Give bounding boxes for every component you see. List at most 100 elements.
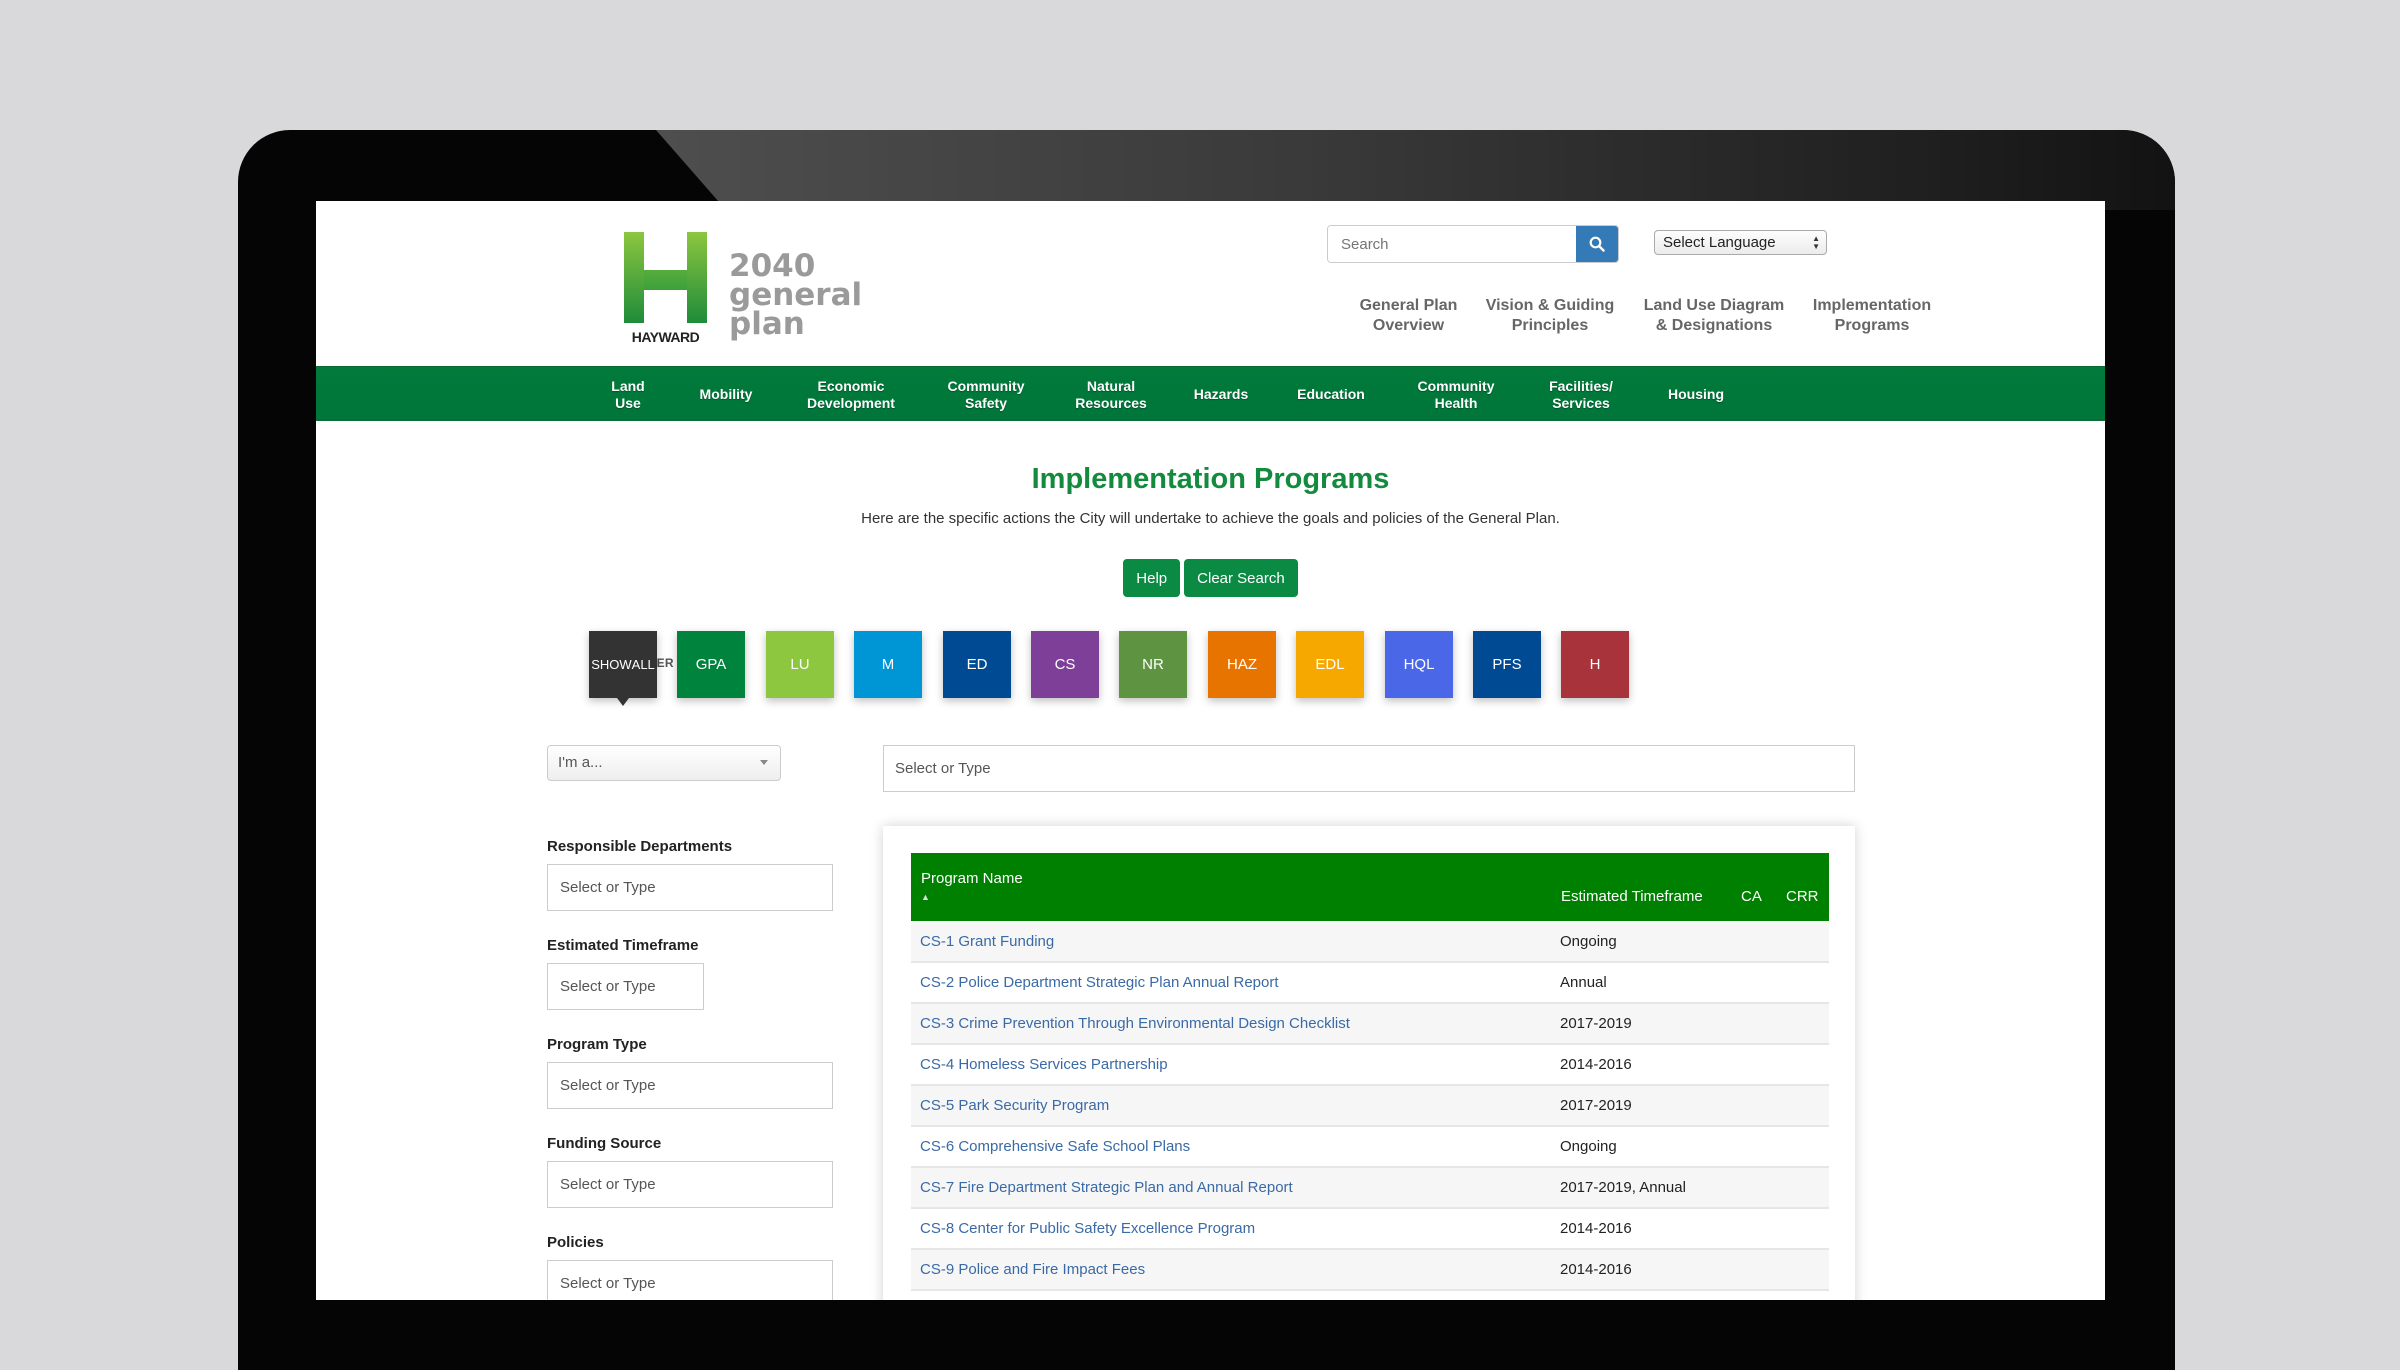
page-tagline: Here are the specific actions the City w… — [861, 510, 1560, 527]
cell-name: CS-9 Police and Fire Impact Fees — [911, 1249, 1551, 1291]
program-link[interactable]: CS-8 Center for Public Safety Excellence… — [920, 1220, 1255, 1237]
cell-ca — [1731, 921, 1776, 963]
role-select[interactable]: I'm a... — [547, 745, 781, 781]
cell-crr — [1776, 1249, 1829, 1291]
cell-timeframe: 2014-2016 — [1551, 1249, 1731, 1291]
filter-chip-pfs[interactable]: PFS — [1473, 631, 1541, 698]
filter-chip-nr[interactable]: NR — [1119, 631, 1187, 698]
logo-title: 2040 general plan — [729, 251, 863, 342]
cell-name: CS-3 Crime Prevention Through Environmen… — [911, 1003, 1551, 1045]
filter-chip-m[interactable]: M — [854, 631, 922, 698]
cell-timeframe: 2017-2019, Annual — [1551, 1167, 1731, 1209]
cell-ca — [1731, 962, 1776, 1004]
element-nav: Land Use Mobility Economic Development Com… — [316, 366, 2105, 421]
column-program-name[interactable]: Program Name ▲ — [911, 853, 1551, 921]
filter-chip-ed[interactable]: ED — [943, 631, 1011, 698]
table-row: CS-7 Fire Department Strategic Plan and … — [911, 1167, 1829, 1209]
frame-reflection — [656, 130, 2175, 210]
program-link[interactable]: CS-5 Park Security Program — [920, 1097, 1109, 1114]
cell-ca — [1731, 1249, 1776, 1291]
site-search — [1327, 225, 1619, 263]
filter-chip-lu[interactable]: LU — [766, 631, 834, 698]
top-nav-general-plan-overview[interactable]: General Plan Overview — [1316, 296, 1501, 336]
cell-crr — [1776, 1003, 1829, 1045]
element-nav-community-safety[interactable]: Community Safety — [936, 367, 1036, 422]
element-nav-education[interactable]: Education — [1281, 367, 1381, 422]
filter-label-policies: Policies — [547, 1234, 604, 1251]
cell-ca — [1731, 1208, 1776, 1250]
cell-name: CS-8 Center for Public Safety Excellence… — [911, 1208, 1551, 1250]
cell-crr — [1776, 1044, 1829, 1086]
table-row: CS-2 Police Department Strategic Plan An… — [911, 962, 1829, 1004]
element-nav-housing[interactable]: Housing — [1646, 367, 1746, 422]
cell-crr — [1776, 962, 1829, 1004]
cell-crr — [1776, 1085, 1829, 1127]
element-nav-natural-resources[interactable]: Natural Resources — [1061, 367, 1161, 422]
filter-label-funding-source: Funding Source — [547, 1135, 662, 1152]
cell-name: CS-2 Police Department Strategic Plan An… — [911, 962, 1551, 1004]
filter-chip-hql[interactable]: HQL — [1385, 631, 1453, 698]
cell-name: CS-1 Grant Funding — [911, 921, 1551, 963]
language-select[interactable]: Select Language ▲ ▼ — [1654, 230, 1827, 255]
funding-source-input[interactable]: Select or Type — [547, 1161, 833, 1208]
top-nav-vision-principles[interactable]: Vision & Guiding Principles — [1480, 296, 1620, 336]
program-type-input[interactable]: Select or Type — [547, 1062, 833, 1109]
column-ca[interactable]: CA — [1731, 853, 1776, 921]
element-nav-hazards[interactable]: Hazards — [1176, 367, 1266, 422]
chevron-down-icon — [760, 760, 768, 765]
filter-chip-cs[interactable]: CS — [1031, 631, 1099, 698]
program-link[interactable]: CS-1 Grant Funding — [920, 933, 1054, 950]
program-link[interactable]: CS-6 Comprehensive Safe School Plans — [920, 1138, 1190, 1155]
cell-ca — [1731, 1085, 1776, 1127]
cell-timeframe: 2017-2019 — [1551, 1085, 1731, 1127]
clear-search-button[interactable]: Clear Search — [1184, 559, 1298, 597]
top-nav-implementation-programs[interactable]: Implementation Programs — [1806, 296, 1938, 336]
program-link[interactable]: CS-3 Crime Prevention Through Environmen… — [920, 1015, 1350, 1032]
filter-chip-h[interactable]: H — [1561, 631, 1629, 698]
timeframe-input[interactable]: Select or Type — [547, 963, 704, 1010]
program-link[interactable]: CS-4 Homeless Services Partnership — [920, 1056, 1168, 1073]
element-nav-facilities-services[interactable]: Facilities/Services — [1531, 367, 1631, 422]
page-title: Implementation Programs — [1031, 463, 1390, 495]
element-nav-community-health[interactable]: Community Health — [1401, 367, 1511, 422]
cell-name: CS-6 Comprehensive Safe School Plans — [911, 1126, 1551, 1168]
cell-name: CS-7 Fire Department Strategic Plan and … — [911, 1167, 1551, 1209]
program-link[interactable]: CS-7 Fire Department Strategic Plan and … — [920, 1179, 1293, 1196]
table-row: CS-9 Police and Fire Impact Fees 2014-201… — [911, 1249, 1829, 1291]
element-nav-land-use[interactable]: Land Use — [598, 367, 658, 422]
table-row: CS-5 Park Security Program 2017-2019 — [911, 1085, 1829, 1127]
search-button[interactable] — [1576, 226, 1618, 262]
column-estimated-timeframe[interactable]: Estimated Timeframe — [1551, 853, 1731, 921]
top-nav-land-use-diagram[interactable]: Land Use Diagram & Designations — [1639, 296, 1789, 336]
table-row: CS-3 Crime Prevention Through Environmen… — [911, 1003, 1829, 1045]
program-link[interactable]: CS-2 Police Department Strategic Plan An… — [920, 974, 1279, 991]
policies-input[interactable]: Select or Type — [547, 1260, 833, 1300]
departments-input[interactable]: Select or Type — [547, 864, 833, 911]
help-button[interactable]: Help — [1123, 559, 1181, 597]
programs-card: Program Name ▲ Estimated Timeframe CA CR… — [883, 826, 1855, 1300]
cell-timeframe: Annual — [1551, 962, 1731, 1004]
logo-subtitle: general plan — [729, 277, 863, 342]
select-arrows-icon: ▲ ▼ — [1812, 234, 1820, 251]
cell-ca — [1731, 1167, 1776, 1209]
cell-crr — [1776, 1208, 1829, 1250]
cell-timeframe: Ongoing — [1551, 1126, 1731, 1168]
filter-chip-gpa[interactable]: GPA — [677, 631, 745, 698]
site-search-input[interactable] — [1328, 226, 1578, 262]
filter-chip-show-all[interactable]: SHOW ALL — [589, 631, 657, 706]
filter-chip-edl[interactable]: EDL — [1296, 631, 1364, 698]
cell-ca — [1731, 1044, 1776, 1086]
hayward-h-logo-icon — [624, 232, 707, 323]
element-nav-economic-development[interactable]: Economic Development — [796, 367, 906, 422]
element-nav-mobility[interactable]: Mobility — [686, 367, 766, 422]
logo-wordmark: HAYWARD — [631, 329, 700, 345]
cell-timeframe: Ongoing — [1551, 921, 1731, 963]
filter-chip-haz[interactable]: HAZ — [1208, 631, 1276, 698]
cell-ca — [1731, 1126, 1776, 1168]
table-row: CS-6 Comprehensive Safe School Plans Ongo… — [911, 1126, 1829, 1168]
program-link[interactable]: CS-9 Police and Fire Impact Fees — [920, 1261, 1145, 1278]
column-crr[interactable]: CRR — [1776, 853, 1829, 921]
filter-label-departments: Responsible Departments — [547, 838, 733, 855]
program-search-input[interactable]: Select or Type — [883, 745, 1855, 792]
table-row: CS-8 Center for Public Safety Excellence… — [911, 1208, 1829, 1250]
